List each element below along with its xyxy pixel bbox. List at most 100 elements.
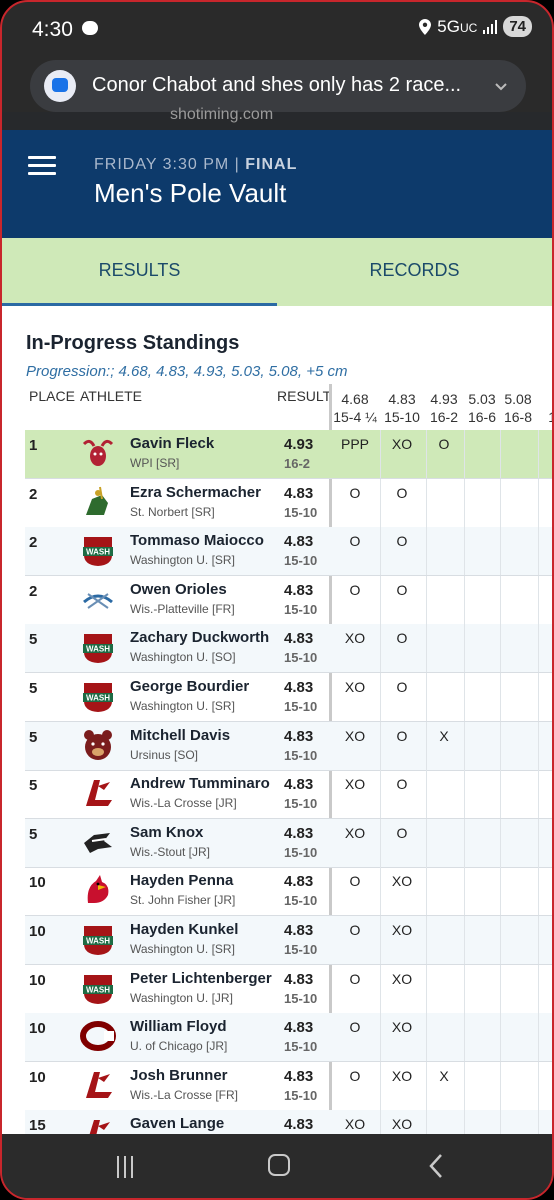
table-row[interactable]: 2 Ezra Schermacher St. Norbert [SR] 4.83 15-… [25, 478, 552, 528]
height-header: 5.03 16-6 [464, 390, 500, 426]
chevron-down-icon[interactable] [494, 80, 508, 94]
attempt-cell: PPP [340, 436, 369, 452]
attempt-cell: XO [344, 630, 366, 647]
table-row[interactable]: 10 WASH Peter Lichtenberger Washington U. [… [25, 964, 552, 1014]
grid-line [538, 1061, 539, 1110]
table-row[interactable]: 10 Josh Brunner Wis.-La Crosse [FR] 4.83 15-… [25, 1061, 552, 1111]
attempt-cell: O [349, 1019, 361, 1036]
place-cell: 1 [29, 437, 38, 454]
athlete-name[interactable]: Owen Orioles [130, 581, 227, 598]
tab-records[interactable]: RECORDS [277, 238, 552, 306]
grid-line [464, 964, 465, 1013]
athlete-name[interactable]: Ezra Schermacher [130, 484, 261, 501]
attempt-cell: O [396, 679, 408, 695]
athlete-school: U. of Chicago [JR] [130, 1039, 228, 1054]
table-row[interactable]: 5 WASH George Bourdier Washington U. [SR] 4.… [25, 673, 552, 722]
hamburger-menu-icon[interactable] [28, 156, 56, 176]
wash-u-icon: WASH [80, 971, 116, 1005]
grid-line [500, 964, 501, 1013]
grid-line [464, 1061, 465, 1110]
athlete-school: Washington U. [SO] [130, 650, 236, 665]
table-row[interactable]: 15 Gaven Lange 4.83 XO XO [25, 1110, 552, 1134]
athlete-name[interactable]: George Bourdier [130, 678, 249, 695]
result-feet: 15-10 [284, 893, 318, 909]
grid-line [500, 1013, 501, 1062]
attempt-cell: O [349, 581, 361, 598]
athlete-name[interactable]: Mitchell Davis [130, 727, 230, 744]
clock: 4:30 [32, 18, 73, 41]
grid-line [380, 575, 381, 624]
wash-u-icon: WASH [80, 533, 116, 567]
place-cell: 10 [29, 971, 46, 989]
grid-line [464, 916, 465, 964]
grid-line [380, 1013, 381, 1062]
result-feet: 15-10 [284, 1039, 318, 1055]
height-feet: 16-8 [503, 409, 533, 425]
chicago-c-icon [80, 1019, 116, 1053]
table-row[interactable]: 5 Andrew Tumminaro Wis.-La Crosse [JR] 4.83… [25, 770, 552, 820]
attempt-cell: XO [391, 922, 413, 938]
back-icon[interactable] [428, 1152, 444, 1180]
svg-text:WASH: WASH [86, 694, 110, 703]
table-row[interactable]: 10 WASH Hayden Kunkel Washington U. [SR] 4.8… [25, 916, 552, 965]
athlete-name[interactable]: Gaven Lange [130, 1115, 224, 1132]
grid-line [380, 478, 381, 527]
athlete-name[interactable]: Zachary Duckworth [130, 629, 269, 646]
place-cell: 2 [29, 534, 38, 552]
height-header: 4.83 15-10 [380, 390, 424, 426]
table-row[interactable]: 1 Gavin Fleck WPI [SR] 4.93 16-2 PPP XO O [25, 430, 552, 479]
athlete-name[interactable]: Josh Brunner [130, 1067, 228, 1084]
grid-line [464, 721, 465, 770]
table-row[interactable]: 2 WASH Tommaso Maiocco Washington U. [SR] 4.… [25, 527, 552, 577]
result-feet: 15-10 [284, 942, 318, 957]
tab-results[interactable]: RESULTS [2, 238, 277, 306]
athlete-name[interactable]: Hayden Kunkel [130, 921, 238, 938]
table-row[interactable]: 2 Owen Orioles Wis.-Platteville [FR] 4.83 15… [25, 575, 552, 625]
header-place: PLACE [29, 388, 75, 404]
home-icon[interactable] [268, 1154, 290, 1176]
table-row[interactable]: 10 Hayden Penna St. John Fisher [JR] 4.83 15… [25, 867, 552, 917]
grid-line [426, 575, 427, 624]
grid-line [538, 673, 539, 721]
result-feet: 15-10 [284, 553, 318, 569]
grid-line [538, 624, 539, 673]
result-meters: 4.93 [284, 436, 314, 453]
wash-u-icon: WASH [80, 630, 116, 664]
athlete-name[interactable]: Gavin Fleck [130, 435, 214, 452]
notification-text: Conor Chabot and shes only has 2 race... [92, 74, 462, 96]
notification-banner[interactable]: Conor Chabot and shes only has 2 race... [30, 60, 526, 112]
place-cell: 5 [29, 680, 38, 697]
grid-line [426, 867, 427, 916]
attempt-cell: XO [344, 776, 366, 793]
grid-line [538, 1013, 539, 1062]
attempt-cell: XO [344, 679, 366, 695]
grid-line [538, 478, 539, 527]
table-row[interactable]: 10 William Floyd U. of Chicago [JR] 4.83 15-… [25, 1013, 552, 1063]
result-meters: 4.83 [284, 727, 314, 745]
recent-apps-icon[interactable] [117, 1156, 139, 1178]
table-row[interactable]: 5 Mitchell Davis Ursinus [SO] 4.83 15-10 XO O X [25, 721, 552, 771]
wpi-goat-icon [80, 436, 116, 470]
height-meters: 4.83 [388, 391, 416, 407]
athlete-school: St. Norbert [SR] [130, 504, 215, 519]
result-meters: 4.83 [284, 970, 314, 988]
grid-line [426, 673, 427, 721]
result-meters: 4.83 [284, 679, 314, 696]
athlete-name[interactable]: Hayden Penna [130, 872, 233, 889]
place-cell: 2 [29, 582, 38, 600]
attempt-cell: O [396, 727, 408, 744]
athlete-name[interactable]: Andrew Tumminaro [130, 775, 270, 792]
table-row[interactable]: 5 Sam Knox Wis.-Stout [JR] 4.83 15-10 XO O [25, 818, 552, 868]
table-row[interactable]: 5 WASH Zachary Duckworth Washington U. [SO]… [25, 624, 552, 674]
result-feet: 16-2 [284, 456, 311, 471]
svg-text:WASH: WASH [86, 937, 110, 946]
athlete-name[interactable]: Peter Lichtenberger [130, 970, 272, 987]
header-athlete: ATHLETE [80, 388, 142, 404]
athlete-name[interactable]: William Floyd [130, 1018, 227, 1035]
height-meters: 5.08 [504, 391, 532, 407]
grid-line [538, 867, 539, 916]
athlete-name[interactable]: Tommaso Maiocco [130, 532, 264, 549]
phone-screen: 4:30 5GUC 74 Conor Chabot and shes only … [0, 0, 554, 1200]
athlete-name[interactable]: Sam Knox [130, 824, 203, 841]
result-feet: 15-10 [284, 796, 318, 812]
